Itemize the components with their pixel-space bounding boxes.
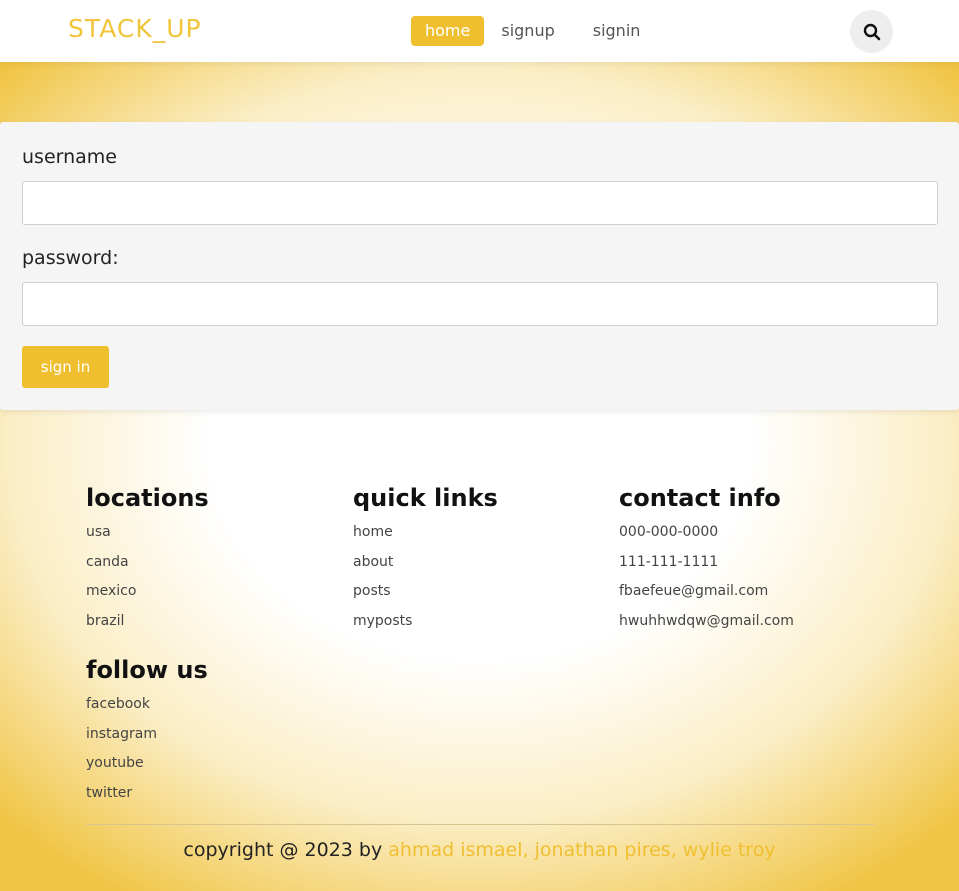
contact-info-heading: contact info [619, 484, 781, 512]
follow-us-heading: follow us [86, 656, 208, 684]
username-label: username [22, 146, 117, 168]
copyright-prefix: copyright @ 2023 by [183, 839, 383, 861]
quick-link-myposts[interactable]: myposts [353, 611, 498, 641]
nav-home-link[interactable]: home [411, 16, 485, 46]
location-item: usa [86, 524, 111, 540]
footer-locations: locations usa canda mexico brazil [86, 484, 209, 640]
search-button[interactable] [850, 10, 893, 53]
signin-form: username password: sign in [0, 122, 959, 410]
footer-contact-info: contact info 000-000-0000 111-111-1111 f… [619, 484, 794, 640]
contact-phone: 111-111-1111 [619, 553, 719, 570]
quick-link-home[interactable]: home [353, 522, 498, 552]
copyright-authors: ahmad ismael, jonathan pires, wylie troy [388, 839, 776, 861]
contact-email[interactable]: fbaefeue@gmail.com [619, 581, 794, 611]
footer-divider [86, 824, 875, 825]
copyright-line: copyright @ 2023 by ahmad ismael, jonath… [0, 839, 959, 861]
contact-email[interactable]: hwuhhwdqw@gmail.com [619, 611, 794, 641]
top-navbar: STACK_UP home signup signin [0, 0, 959, 62]
site-logo[interactable]: STACK_UP [68, 14, 202, 43]
social-link-instagram[interactable]: instagram [86, 724, 208, 754]
social-link-facebook[interactable]: facebook [86, 694, 208, 724]
social-link-youtube[interactable]: youtube [86, 753, 208, 783]
password-label: password: [22, 247, 119, 269]
nav-signin-link[interactable]: signin [579, 16, 655, 46]
social-link-twitter[interactable]: twitter [86, 783, 208, 813]
quick-links-heading: quick links [353, 484, 498, 512]
quick-link-about[interactable]: about [353, 552, 498, 582]
nav-signup-link[interactable]: signup [487, 16, 568, 46]
username-field[interactable] [22, 181, 938, 225]
footer-follow-us: follow us facebook instagram youtube twi… [86, 656, 208, 812]
contact-phone: 000-000-0000 [619, 524, 719, 540]
main-nav: home signup signin [411, 16, 654, 46]
quick-link-posts[interactable]: posts [353, 581, 498, 611]
location-item: canda [86, 553, 129, 570]
password-field[interactable] [22, 282, 938, 326]
signin-button[interactable]: sign in [22, 346, 109, 388]
footer-quick-links: quick links home about posts myposts [353, 484, 498, 640]
location-item: brazil [86, 612, 125, 629]
location-item: mexico [86, 583, 137, 599]
locations-heading: locations [86, 484, 209, 512]
search-icon [863, 23, 880, 40]
